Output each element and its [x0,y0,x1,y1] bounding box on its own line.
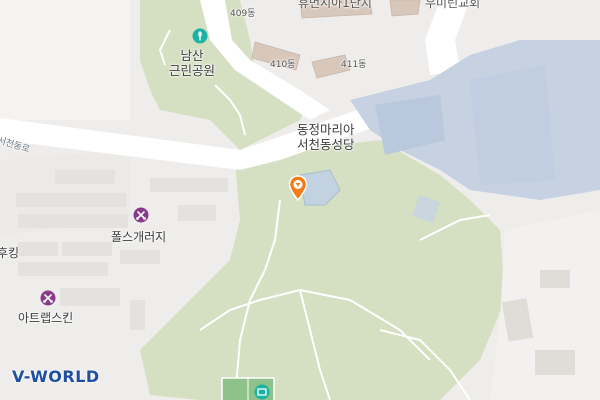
park-icon[interactable] [192,28,208,44]
school-building [470,65,555,185]
vworld-logo: V-WORLD [12,367,100,386]
label-shop2: 아트랩스킨 [18,311,74,325]
sports-field-icon[interactable] [254,384,270,400]
label-park: 남산 근린공원 [169,48,216,78]
label-bldg410: 410동 [270,60,296,70]
label-shop1: 폴스개러지 [111,230,167,244]
scissors-icon[interactable] [133,207,149,223]
label-top-right: 우미린교회 [425,0,481,10]
block-left-1 [0,0,130,120]
label-bldg409: 409동 [230,9,256,19]
location-pin-icon[interactable] [288,175,308,202]
scissors-icon[interactable] [40,290,56,306]
label-church: 동정마리아 서천동성당 [297,122,355,152]
label-left-edge: 후킹 [0,246,20,260]
label-apt-top: 휴먼시아1단지 [298,0,372,10]
label-bldg411: 411동 [341,60,367,70]
